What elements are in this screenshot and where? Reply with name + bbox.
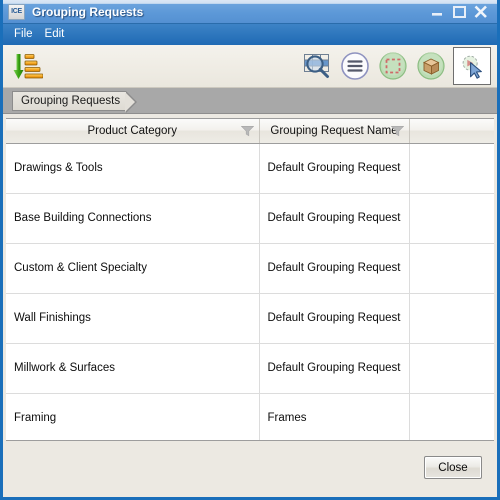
cell-product-category[interactable]: Framing [6,393,260,440]
cell-grouping-request-name[interactable]: Default Grouping Request [259,293,410,344]
footer-bar: Close [6,441,494,494]
application-window: ICE Grouping Requests File Edit Grouping… [0,0,500,500]
cell-product-category[interactable]: Drawings & Tools [6,143,260,194]
menu-bar: File Edit [3,24,497,45]
cell-grouping-request-name[interactable]: Default Grouping Request [259,143,410,194]
select-region-icon[interactable] [377,50,409,82]
menu-item-file[interactable]: File [9,27,40,42]
toolbar-left-group [3,50,43,82]
cell-grouping-request-name[interactable]: Default Grouping Request [259,343,410,394]
close-window-button[interactable] [471,3,491,20]
table-row[interactable]: Wall Finishings Default Grouping Request [6,293,494,344]
minimize-button[interactable] [427,3,447,20]
close-button[interactable]: Close [424,456,482,479]
table-row[interactable]: Framing Frames [6,393,494,440]
column-header-product-category[interactable]: Product Category [6,119,260,144]
table-row[interactable]: Custom & Client Specialty Default Groupi… [6,243,494,294]
data-table: Product Category Grouping Request Name D… [6,119,494,440]
column-header-spacer [409,119,494,144]
table-row[interactable]: Millwork & Surfaces Default Grouping Req… [6,343,494,394]
table-body: Drawings & Tools Default Grouping Reques… [6,143,494,440]
cell-grouping-request-name[interactable]: Frames [259,393,410,440]
list-menu-icon[interactable] [339,50,371,82]
cell-spacer [409,143,494,194]
breadcrumb: Grouping Requests [3,88,497,114]
find-in-table-icon[interactable] [301,50,333,82]
data-table-container: Product Category Grouping Request Name D… [6,118,494,441]
table-row[interactable]: Drawings & Tools Default Grouping Reques… [6,143,494,194]
toolbar [3,45,497,88]
menu-item-edit[interactable]: Edit [40,27,72,42]
filter-icon[interactable] [390,125,404,136]
breadcrumb-item-grouping-requests[interactable]: Grouping Requests [12,90,138,113]
cell-spacer [409,393,494,440]
cell-grouping-request-name[interactable]: Default Grouping Request [259,243,410,294]
cell-product-category[interactable]: Custom & Client Specialty [6,243,260,294]
cell-grouping-request-name[interactable]: Default Grouping Request [259,193,410,244]
cell-product-category[interactable]: Millwork & Surfaces [6,343,260,394]
cell-product-category[interactable]: Base Building Connections [6,193,260,244]
cell-spacer [409,343,494,394]
sort-descending-icon[interactable] [11,50,43,82]
cell-spacer [409,243,494,294]
title-bar: ICE Grouping Requests [3,0,497,24]
breadcrumb-item-label: Grouping Requests [21,94,121,107]
toolbar-right-group [301,47,497,85]
cell-product-category[interactable]: Wall Finishings [6,293,260,344]
table-row[interactable]: Base Building Connections Default Groupi… [6,193,494,244]
filter-icon[interactable] [240,125,254,136]
maximize-button[interactable] [449,3,469,20]
app-icon: ICE [8,3,25,20]
window-title: Grouping Requests [32,4,144,19]
column-header-label: Grouping Request Name [270,124,398,137]
column-header-grouping-request-name[interactable]: Grouping Request Name [259,119,410,144]
table-header-row: Product Category Grouping Request Name [6,119,494,144]
window-controls [427,3,495,20]
cell-spacer [409,193,494,244]
cell-spacer [409,293,494,344]
column-header-label: Product Category [87,124,178,137]
model-box-icon[interactable] [415,50,447,82]
pick-cursor-icon[interactable] [453,47,491,85]
